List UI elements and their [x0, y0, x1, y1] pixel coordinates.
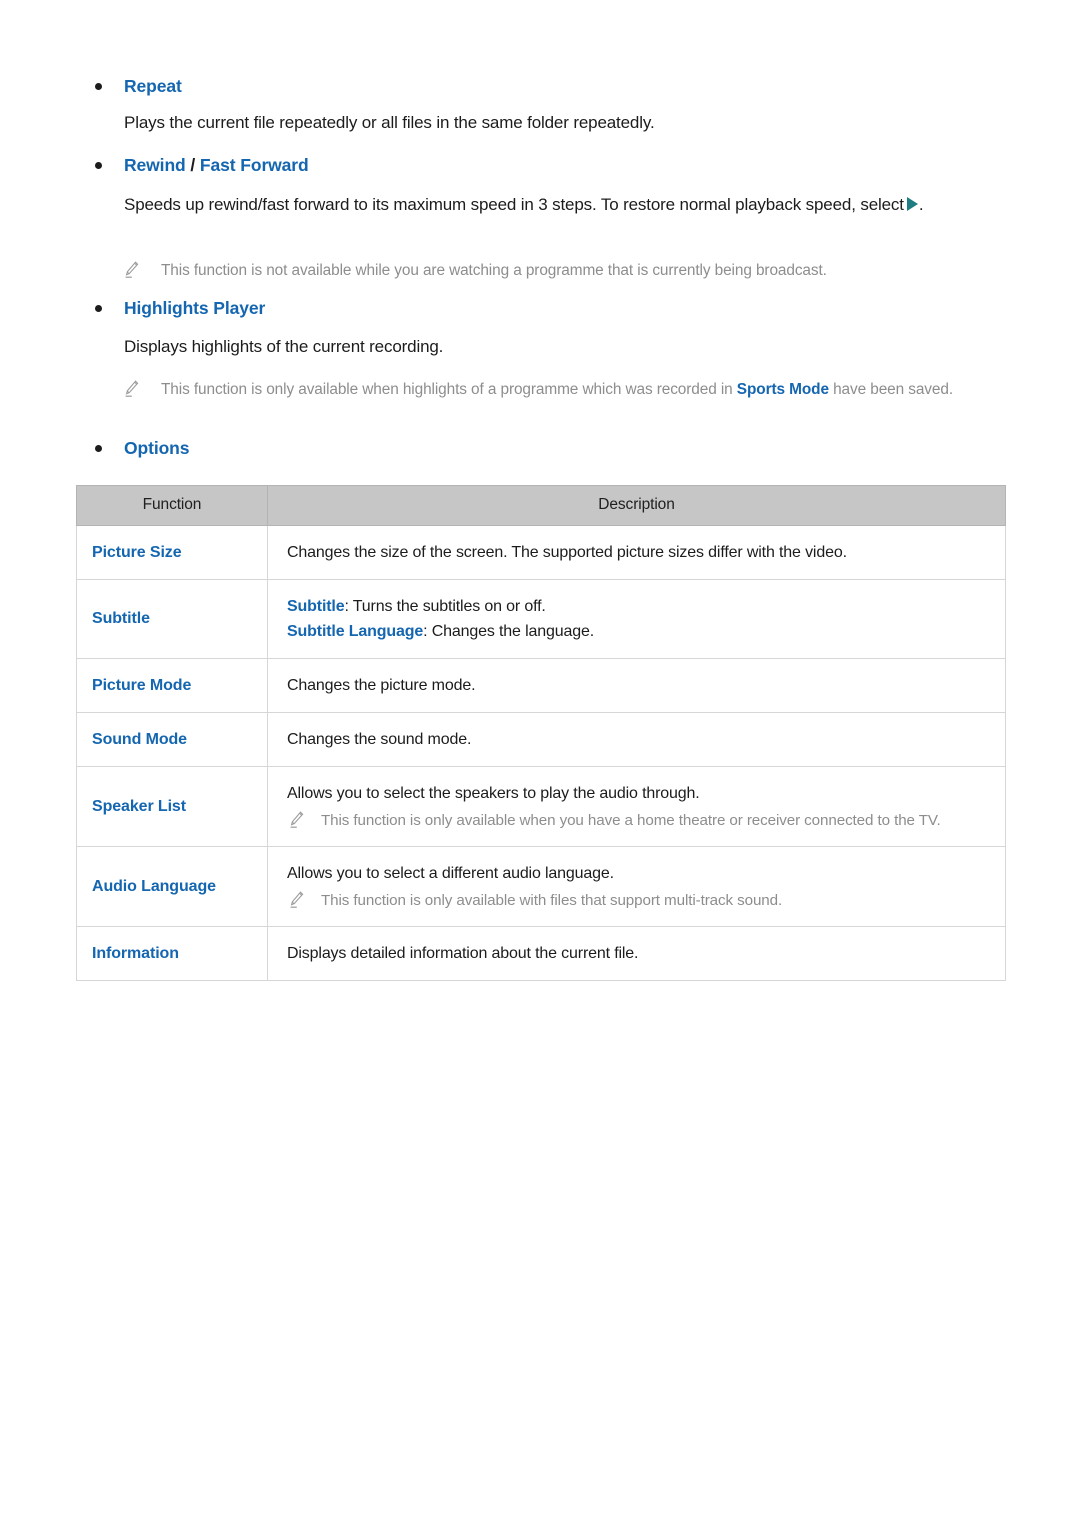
table-row: Audio Language Allows you to select a di… — [76, 846, 1006, 927]
desc-line: Allows you to select a different audio l… — [287, 865, 614, 882]
note-highlights-availability: This function is only available when hig… — [118, 378, 1041, 401]
desc-keyword-subtitle: Subtitle — [287, 598, 345, 615]
section-rewind-heading: Rewind / Fast Forward — [76, 154, 1054, 176]
row-description-picture-size: Changes the size of the screen. The supp… — [267, 525, 1006, 580]
rewind-body-before: Speeds up rewind/fast forward to its max… — [124, 195, 904, 214]
section-options-heading: Options — [76, 437, 1054, 459]
section-highlights-heading: Highlights Player — [76, 297, 1054, 319]
row-function-subtitle: Subtitle — [76, 579, 268, 659]
desc-line: Subtitle Language: Changes the language. — [287, 619, 991, 644]
note-highlights-suffix: have been saved. — [828, 381, 953, 398]
heading-highlights-player: Highlights Player — [124, 298, 266, 318]
desc-note-text: This function is only available with fil… — [321, 892, 783, 909]
play-triangle-icon — [906, 197, 918, 211]
desc-note-speaker-list: This function is only available when you… — [287, 809, 991, 832]
desc-note-audio-language: This function is only available with fil… — [287, 889, 991, 912]
table-row: Picture Mode Changes the picture mode. — [76, 658, 1006, 713]
row-description-sound-mode: Changes the sound mode. — [267, 712, 1006, 767]
table-row: Speaker List Allows you to select the sp… — [76, 766, 1006, 847]
row-description-subtitle: Subtitle: Turns the subtitles on or off.… — [267, 579, 1006, 659]
table-header-row: Function Description — [76, 485, 1006, 526]
desc-line: Changes the sound mode. — [287, 731, 472, 748]
row-function-picture-size: Picture Size — [76, 525, 268, 580]
row-description-picture-mode: Changes the picture mode. — [267, 658, 1006, 713]
desc-line: Changes the size of the screen. The supp… — [287, 544, 847, 561]
row-description-information: Displays detailed information about the … — [267, 926, 1006, 981]
desc-line: Changes the picture mode. — [287, 677, 476, 694]
pencil-note-icon — [125, 380, 139, 397]
table-row: Information Displays detailed informatio… — [76, 926, 1006, 981]
heading-separator: / — [185, 155, 200, 175]
column-header-description: Description — [267, 485, 1006, 526]
options-table: Function Description Picture Size Change… — [76, 485, 1006, 981]
desc-rest: : Turns the subtitles on or off. — [344, 598, 546, 615]
heading-rewind-fast-forward: Rewind / Fast Forward — [124, 155, 309, 175]
pencil-note-icon — [290, 811, 304, 828]
highlights-body-text: Displays highlights of the current recor… — [124, 337, 444, 356]
pencil-note-icon — [290, 891, 304, 908]
heading-repeat: Repeat — [124, 76, 182, 96]
bullet-dot-icon — [95, 162, 102, 169]
column-header-function: Function — [76, 485, 268, 526]
note-highlights-accent-sports-mode: Sports Mode — [736, 381, 829, 398]
heading-rewind-part: Rewind — [124, 155, 186, 175]
note-rewind-availability: This function is not available while you… — [118, 259, 1041, 282]
desc-line: Displays detailed information about the … — [287, 945, 639, 962]
note-highlights-prefix: This function is only available when hig… — [161, 381, 737, 398]
desc-note-text: This function is only available when you… — [321, 812, 941, 829]
row-function-speaker-list: Speaker List — [76, 766, 268, 847]
desc-rest: : Changes the language. — [423, 623, 595, 640]
rewind-body-text: Speeds up rewind/fast forward to its max… — [124, 192, 989, 218]
desc-line: Allows you to select the speakers to pla… — [287, 785, 700, 802]
bullet-dot-icon — [95, 83, 102, 90]
note-rewind-text: This function is not available while you… — [161, 262, 827, 279]
bullet-dot-icon — [95, 305, 102, 312]
table-row: Picture Size Changes the size of the scr… — [76, 525, 1006, 580]
row-function-sound-mode: Sound Mode — [76, 712, 268, 767]
row-function-information: Information — [76, 926, 268, 981]
repeat-body-text: Plays the current file repeatedly or all… — [124, 113, 655, 132]
table-row: Subtitle Subtitle: Turns the subtitles o… — [76, 579, 1006, 659]
row-description-speaker-list: Allows you to select the speakers to pla… — [267, 766, 1006, 847]
section-repeat-heading: Repeat — [76, 75, 1054, 97]
pencil-note-icon — [125, 261, 139, 278]
row-function-audio-language: Audio Language — [76, 846, 268, 927]
row-function-picture-mode: Picture Mode — [76, 658, 268, 713]
table-row: Sound Mode Changes the sound mode. — [76, 712, 1006, 767]
document-page: Repeat Plays the current file repeatedly… — [0, 0, 1080, 1527]
desc-keyword-subtitle-language: Subtitle Language — [287, 623, 424, 640]
bullet-dot-icon — [95, 445, 102, 452]
rewind-body-after: . — [918, 195, 924, 214]
row-description-audio-language: Allows you to select a different audio l… — [267, 846, 1006, 927]
desc-line: Subtitle: Turns the subtitles on or off. — [287, 594, 991, 619]
heading-options: Options — [124, 438, 190, 458]
heading-fast-forward-part: Fast Forward — [199, 155, 309, 175]
